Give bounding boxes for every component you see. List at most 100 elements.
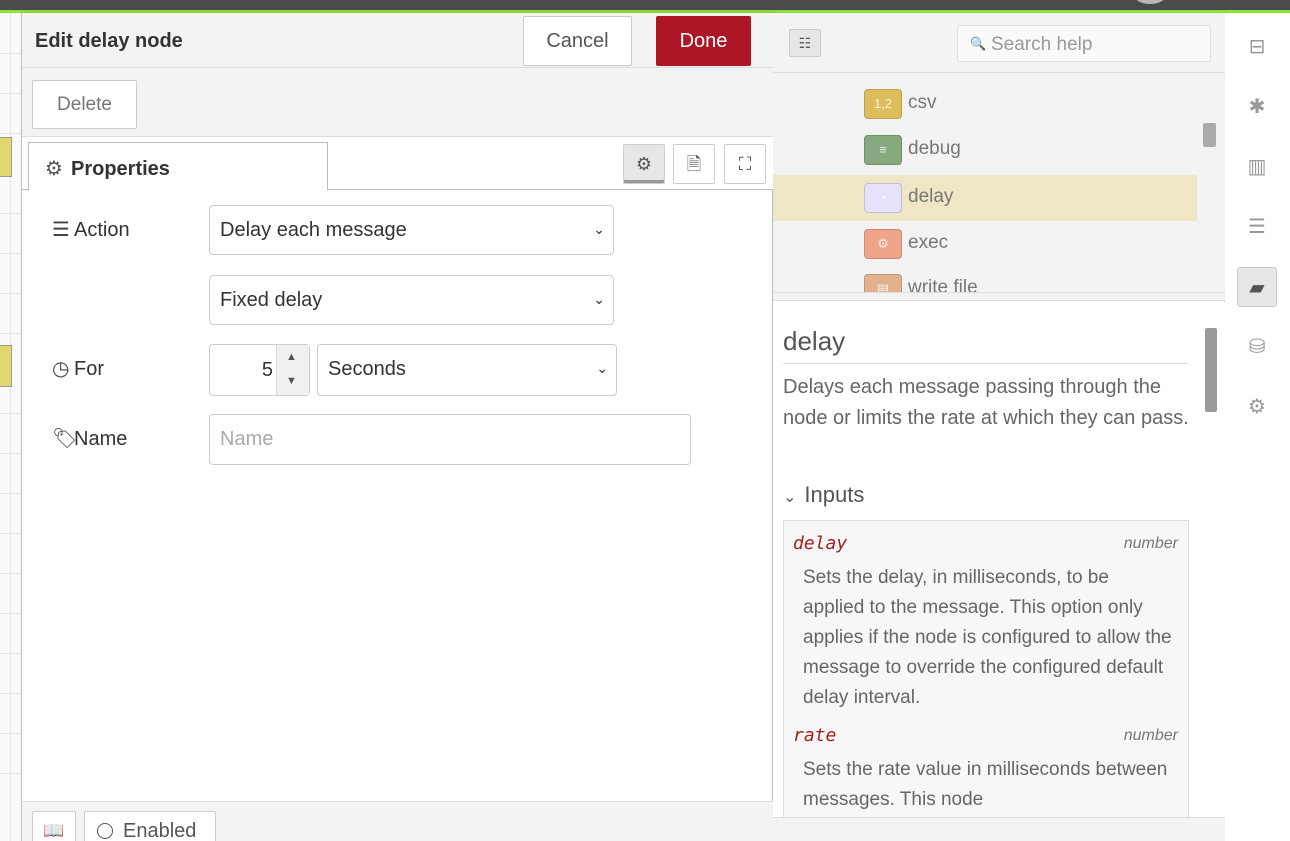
list-item-csv[interactable]: 1,2 csv xyxy=(773,81,1197,127)
canvas-grid-line xyxy=(0,253,21,254)
csv-node-icon: 1,2 xyxy=(864,89,902,119)
canvas-grid-line xyxy=(0,453,21,454)
node-help-button[interactable]: 📖 xyxy=(32,811,76,841)
canvas-grid-line xyxy=(0,93,21,94)
tab-properties[interactable]: ⚙ Properties xyxy=(28,142,328,191)
gear-icon: ⚙ xyxy=(45,158,63,180)
property-description: Sets the delay, in milliseconds, to be a… xyxy=(803,567,1172,708)
canvas-grid-line xyxy=(0,213,21,214)
gear-icon[interactable]: ⚙ xyxy=(1237,387,1277,427)
list-scrollbar[interactable] xyxy=(1203,123,1216,147)
exec-node-icon: ⚙ xyxy=(864,229,902,259)
canvas-grid-line xyxy=(0,133,21,134)
action-select-value: Delay each message xyxy=(220,219,407,241)
clock-icon: ◷ xyxy=(52,358,70,380)
list-item-exec[interactable]: ⚙ exec xyxy=(773,221,1197,267)
tab-description-icon-button[interactable]: 🗎 xyxy=(673,144,715,184)
canvas-grid-line xyxy=(0,653,21,654)
tab-appearance-icon-button[interactable]: ⛶ xyxy=(724,144,766,184)
database-icon[interactable]: ⛁ xyxy=(1237,327,1277,367)
frame-icon: ⛶ xyxy=(738,154,752,174)
canvas-node[interactable] xyxy=(0,345,12,387)
list-item-label: debug xyxy=(908,138,961,159)
units-select-value: Seconds xyxy=(328,358,406,380)
canvas-grid-line xyxy=(0,693,21,694)
delay-node-icon: ◔ xyxy=(864,183,902,213)
tab-settings-icon-button[interactable]: ⚙ xyxy=(623,144,665,184)
name-input[interactable] xyxy=(209,414,691,465)
inputs-property-list: delay number Sets the delay, in millisec… xyxy=(783,520,1189,817)
list-icon: ☰ xyxy=(52,219,70,241)
list-item-label: write file xyxy=(908,277,978,293)
units-select[interactable]: Seconds ⌄ xyxy=(317,344,617,396)
help-search-input[interactable]: 🔍 Search help xyxy=(957,25,1211,62)
chevron-down-icon: ⌄ xyxy=(596,360,608,376)
user-avatar[interactable] xyxy=(1134,0,1166,4)
list-item-debug[interactable]: ≡ debug xyxy=(773,127,1197,173)
help-title: delay xyxy=(783,326,1189,364)
list-item-label: delay xyxy=(908,186,954,207)
chart-icon[interactable]: ▥ xyxy=(1237,147,1277,187)
inputs-heading: Inputs xyxy=(804,482,865,507)
action-label: ☰ Action xyxy=(52,217,130,242)
delay-amount-stepper[interactable]: 5 ▲ ▼ xyxy=(209,344,310,396)
sidebar-toolbar: ☷ 🔍 Search help xyxy=(773,13,1225,73)
caret-up-icon[interactable]: ▲ xyxy=(286,351,297,363)
tab-properties-label: Properties xyxy=(71,158,170,180)
for-label-text: For xyxy=(74,358,104,380)
property-name: delay xyxy=(793,533,848,554)
enabled-label: Enabled xyxy=(123,820,197,841)
inputs-section-toggle[interactable]: ⌄ Inputs xyxy=(783,482,864,508)
book-icon[interactable]: ▰ xyxy=(1237,267,1277,307)
sidebar-tab-rail: ⊟ ✱ ▥ ☰ ▰ ⛁ ⚙ xyxy=(1225,13,1290,841)
help-search-placeholder: Search help xyxy=(991,34,1093,55)
node-help-list: 1,2 csv ≡ debug ◔ delay ⚙ exec ▤ write f… xyxy=(773,73,1225,293)
tray-title: Edit delay node xyxy=(35,30,183,52)
cancel-button[interactable]: Cancel xyxy=(523,16,632,66)
canvas-grid-line xyxy=(0,733,21,734)
chevron-down-icon: ⌄ xyxy=(593,291,605,307)
sidebar-divider[interactable] xyxy=(773,293,1225,301)
flows-icon[interactable]: ⊟ xyxy=(1237,27,1277,67)
property-description: Sets the rate value in milliseconds betw… xyxy=(803,759,1168,810)
canvas-grid-line xyxy=(0,573,21,574)
toc-toggle-button[interactable]: ☷ xyxy=(789,29,821,57)
caret-down-icon[interactable]: ▼ xyxy=(286,375,297,387)
canvas-node[interactable] xyxy=(0,137,12,177)
debug-node-icon: ≡ xyxy=(864,135,902,165)
workspace-canvas[interactable] xyxy=(0,13,22,841)
canvas-grid-line xyxy=(0,53,21,54)
book-icon: 📖 xyxy=(43,821,65,840)
property-type: number xyxy=(1123,535,1178,552)
tree-icon[interactable]: ☰ xyxy=(1237,207,1277,247)
tray-header: Edit delay node Cancel Done xyxy=(22,13,773,68)
circle-icon xyxy=(97,823,113,839)
list-item-write-file[interactable]: ▤ write file xyxy=(773,266,1197,293)
delete-button[interactable]: Delete xyxy=(32,80,137,129)
for-label: ◷ For xyxy=(52,356,104,381)
help-content: delay Delays each message passing throug… xyxy=(773,302,1225,817)
canvas-grid-line xyxy=(0,413,21,414)
property-name: rate xyxy=(793,725,837,746)
edit-tray: Edit delay node Cancel Done Delete ⚙ Prop… xyxy=(22,13,773,841)
canvas-grid-line xyxy=(0,493,21,494)
delay-type-select[interactable]: Fixed delay ⌄ xyxy=(209,275,614,325)
canvas-grid-line xyxy=(0,293,21,294)
list-item-label: exec xyxy=(908,232,949,253)
tray-footer: 📖 Enabled xyxy=(22,801,773,841)
done-button[interactable]: Done xyxy=(656,16,751,66)
name-label-text: Name xyxy=(74,428,128,450)
help-scrollbar[interactable] xyxy=(1205,328,1217,412)
action-select[interactable]: Delay each message ⌄ xyxy=(209,205,614,255)
file-node-icon: ▤ xyxy=(864,274,902,292)
delay-type-value: Fixed delay xyxy=(220,289,323,311)
enabled-toggle[interactable]: Enabled xyxy=(84,811,216,841)
search-icon: 🔍 xyxy=(970,36,987,51)
list-item-delay[interactable]: ◔ delay xyxy=(773,175,1197,221)
tray-toolbar: Delete xyxy=(22,68,773,137)
help-sidebar: ☷ 🔍 Search help 1,2 csv ≡ debug ◔ delay ⚙… xyxy=(773,13,1225,841)
debug-bug-icon[interactable]: ✱ xyxy=(1237,87,1277,127)
tag-icon: 🏷 xyxy=(52,428,78,450)
action-label-text: Action xyxy=(74,219,130,241)
stepper-buttons: ▲ ▼ xyxy=(276,345,309,395)
